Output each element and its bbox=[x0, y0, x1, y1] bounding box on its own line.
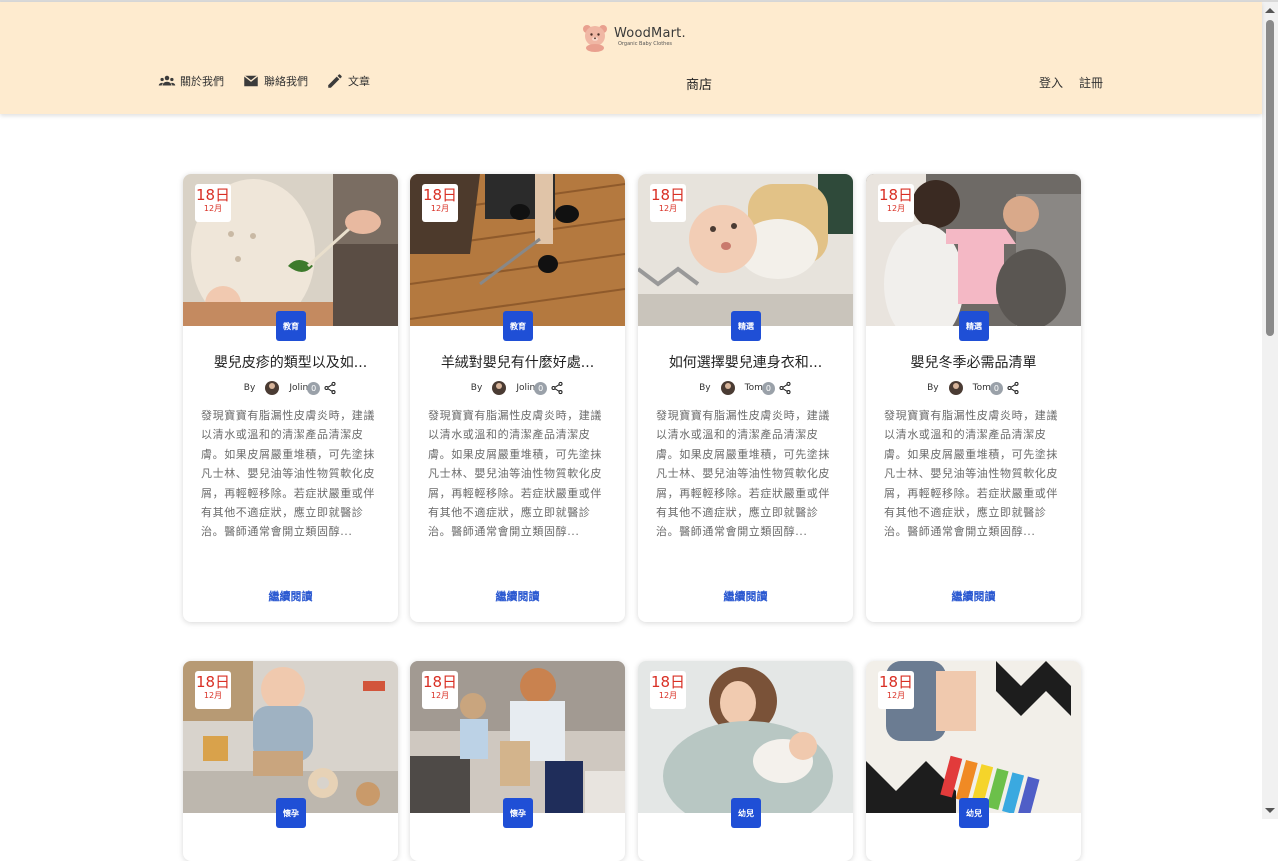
post-card[interactable]: 18日 12月 精選 如何選擇嬰兒連身衣和... By Tom 0 發現寶寶有脂… bbox=[638, 174, 853, 622]
nav-about-label: 關於我們 bbox=[180, 75, 224, 88]
brand-tagline: Organic Baby Clothes bbox=[618, 41, 673, 47]
date-day: 18日 bbox=[195, 673, 231, 691]
date-month: 12月 bbox=[886, 691, 906, 700]
comment-count[interactable]: 0 bbox=[534, 381, 548, 395]
post-title[interactable]: 如何選擇嬰兒連身衣和... bbox=[638, 352, 853, 372]
date-badge: 18日 12月 bbox=[422, 184, 458, 222]
login-link[interactable]: 登入 bbox=[1039, 74, 1063, 91]
mail-icon bbox=[243, 75, 259, 87]
post-excerpt: 發現寶寶有脂漏性皮膚炎時，建議以清水或溫和的清潔產品清潔皮膚。如果皮屑嚴重堆積，… bbox=[656, 409, 830, 539]
share-icon[interactable] bbox=[1006, 381, 1020, 395]
by-label: By bbox=[243, 383, 256, 393]
post-card[interactable]: 18日 12月 教育 羊絨對嬰兒有什麼好處... By Jolin 0 發現寶寶… bbox=[410, 174, 625, 622]
post-card[interactable]: 18日 12月 懷孕 bbox=[410, 661, 625, 861]
register-link[interactable]: 註冊 bbox=[1079, 74, 1103, 91]
post-title[interactable]: 羊絨對嬰兒有什麼好處... bbox=[410, 352, 625, 372]
date-month: 12月 bbox=[886, 204, 906, 213]
author-avatar bbox=[720, 381, 735, 395]
category-badge[interactable]: 幼兒 bbox=[959, 798, 989, 828]
category-badge[interactable]: 教育 bbox=[503, 311, 533, 341]
date-month: 12月 bbox=[430, 691, 450, 700]
post-title[interactable]: 嬰兒冬季必需品清單 bbox=[866, 352, 1081, 372]
comment-count[interactable]: 0 bbox=[989, 381, 1003, 395]
date-month: 12月 bbox=[658, 691, 678, 700]
by-label: By bbox=[699, 383, 711, 393]
nav-articles-label: 文章 bbox=[348, 75, 370, 88]
category-badge[interactable]: 懷孕 bbox=[503, 798, 533, 828]
brand-logo[interactable]: WoodMart. Organic Baby Clothes bbox=[580, 20, 690, 54]
post-meta: By Tom 0 bbox=[638, 381, 853, 395]
category-badge[interactable]: 精選 bbox=[959, 311, 989, 341]
comment-count[interactable]: 0 bbox=[307, 381, 321, 395]
author-name[interactable]: Jolin bbox=[516, 383, 535, 393]
nav-about[interactable]: 關於我們 bbox=[158, 72, 224, 90]
category-badge[interactable]: 幼兒 bbox=[731, 798, 761, 828]
bear-logo-icon bbox=[583, 25, 607, 52]
scroll-up-arrow-icon[interactable] bbox=[1265, 8, 1275, 13]
author-name[interactable]: Tom bbox=[973, 383, 991, 393]
date-month: 12月 bbox=[658, 204, 678, 213]
scroll-down-arrow-icon[interactable] bbox=[1265, 808, 1275, 813]
nav-shop[interactable]: 商店 bbox=[686, 74, 712, 93]
category-badge[interactable]: 教育 bbox=[276, 311, 306, 341]
nav-contact-label: 聯絡我們 bbox=[264, 75, 308, 88]
date-day: 18日 bbox=[195, 186, 231, 204]
author-avatar bbox=[492, 381, 507, 395]
post-card[interactable]: 18日 12月 幼兒 bbox=[866, 661, 1081, 861]
post-card[interactable]: 18日 12月 懷孕 bbox=[183, 661, 398, 861]
nav-contact[interactable]: 聯絡我們 bbox=[242, 72, 308, 90]
nav-articles[interactable]: 文章 bbox=[326, 72, 370, 90]
post-excerpt: 發現寶寶有脂漏性皮膚炎時，建議以清水或溫和的清潔產品清潔皮膚。如果皮屑嚴重堆積，… bbox=[428, 409, 602, 539]
post-title[interactable]: 嬰兒皮疹的類型以及如... bbox=[183, 352, 398, 372]
date-badge: 18日 12月 bbox=[422, 671, 458, 709]
post-card[interactable]: 18日 12月 精選 嬰兒冬季必需品清單 By Tom 0 發現寶寶有脂漏性皮膚… bbox=[866, 174, 1081, 622]
people-icon bbox=[158, 75, 176, 86]
date-day: 18日 bbox=[878, 673, 914, 691]
date-day: 18日 bbox=[650, 673, 686, 691]
scrollbar-thumb[interactable] bbox=[1266, 20, 1274, 336]
date-day: 18日 bbox=[878, 186, 914, 204]
post-meta: By Tom 0 bbox=[866, 381, 1081, 395]
site-header: WoodMart. Organic Baby Clothes 關於我們 聯絡我們… bbox=[0, 2, 1262, 114]
post-meta: By Jolin 0 bbox=[410, 381, 625, 395]
author-avatar bbox=[948, 381, 963, 395]
date-day: 18日 bbox=[650, 186, 686, 204]
date-badge: 18日 12月 bbox=[878, 671, 914, 709]
post-card[interactable]: 18日 12月 教育 嬰兒皮疹的類型以及如... By Jolin 0 發現寶寶… bbox=[183, 174, 398, 622]
vertical-scrollbar[interactable] bbox=[1262, 2, 1278, 819]
author-name[interactable]: Jolin bbox=[289, 383, 308, 393]
date-month: 12月 bbox=[203, 691, 223, 700]
read-more-link[interactable]: 繼續閱讀 bbox=[183, 588, 398, 604]
date-badge: 18日 12月 bbox=[195, 671, 231, 709]
pencil-icon bbox=[328, 74, 342, 88]
post-excerpt: 發現寶寶有脂漏性皮膚炎時，建議以清水或溫和的清潔產品清潔皮膚。如果皮屑嚴重堆積，… bbox=[201, 409, 375, 539]
author-name[interactable]: Tom bbox=[745, 383, 763, 393]
share-icon[interactable] bbox=[550, 381, 564, 395]
share-icon[interactable] bbox=[323, 381, 337, 395]
nav-right: 登入 註冊 bbox=[1039, 74, 1103, 91]
date-badge: 18日 12月 bbox=[650, 671, 686, 709]
nav-left: 關於我們 聯絡我們 文章 bbox=[158, 72, 370, 90]
date-badge: 18日 12月 bbox=[195, 184, 231, 222]
comment-count[interactable]: 0 bbox=[761, 381, 775, 395]
by-label: By bbox=[470, 383, 483, 393]
post-excerpt: 發現寶寶有脂漏性皮膚炎時，建議以清水或溫和的清潔產品清潔皮膚。如果皮屑嚴重堆積，… bbox=[884, 409, 1058, 539]
date-month: 12月 bbox=[203, 204, 223, 213]
date-badge: 18日 12月 bbox=[650, 184, 686, 222]
post-meta: By Jolin 0 bbox=[183, 381, 398, 395]
read-more-link[interactable]: 繼續閱讀 bbox=[410, 588, 625, 604]
by-label: By bbox=[927, 383, 939, 393]
share-icon[interactable] bbox=[778, 381, 792, 395]
read-more-link[interactable]: 繼續閱讀 bbox=[638, 588, 853, 604]
post-card[interactable]: 18日 12月 幼兒 bbox=[638, 661, 853, 861]
author-avatar bbox=[265, 381, 280, 395]
read-more-link[interactable]: 繼續閱讀 bbox=[866, 588, 1081, 604]
date-month: 12月 bbox=[430, 204, 450, 213]
category-badge[interactable]: 懷孕 bbox=[276, 798, 306, 828]
date-day: 18日 bbox=[422, 673, 458, 691]
brand-name: WoodMart. bbox=[614, 26, 686, 41]
date-badge: 18日 12月 bbox=[878, 184, 914, 222]
date-day: 18日 bbox=[422, 186, 458, 204]
category-badge[interactable]: 精選 bbox=[731, 311, 761, 341]
